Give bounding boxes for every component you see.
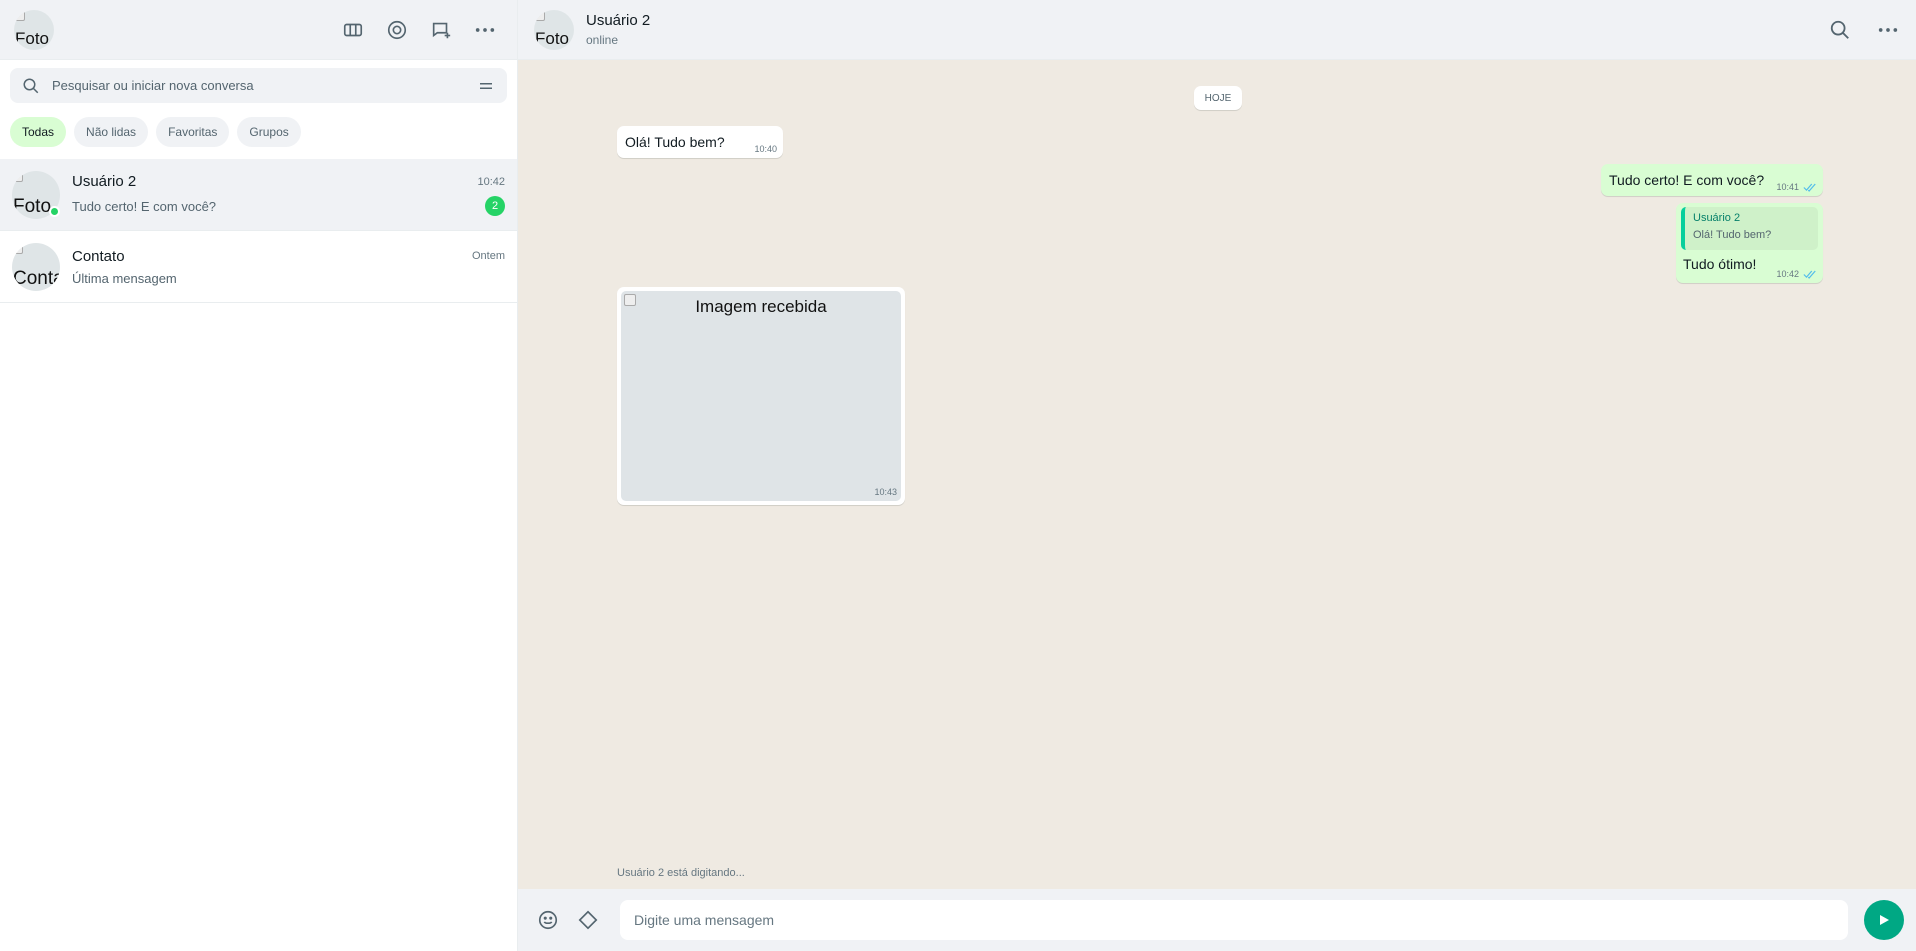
- broken-image-icon: [624, 294, 636, 306]
- search-input[interactable]: [52, 78, 469, 93]
- message-meta: 10:40: [754, 144, 777, 154]
- message-meta: 10:42: [1776, 269, 1817, 279]
- filter-chips: Todas Não lidas Favoritas Grupos: [0, 109, 517, 159]
- filter-chip-all[interactable]: Todas: [10, 117, 67, 147]
- received-image[interactable]: Imagem recebida: [621, 291, 901, 501]
- conversation-actions: [1828, 18, 1900, 42]
- sidebar: Foto Pesquisar ou iniciar nova conversa …: [0, 0, 518, 951]
- more-horizontal-icon: [475, 27, 495, 32]
- chat-item-top-row: Usuário 2 10:42: [72, 173, 505, 190]
- broken-image-icon: [15, 10, 25, 21]
- emoji-button[interactable]: [536, 908, 560, 932]
- chat-list-item[interactable]: Contato Contato Ontem Última mensagem: [0, 231, 517, 303]
- online-indicator: [49, 206, 60, 217]
- message-time: 10:42: [1776, 269, 1799, 279]
- sidebar-header: Foto: [0, 0, 517, 60]
- more-horizontal-icon: [1878, 27, 1898, 32]
- double-check-icon: [1803, 183, 1816, 192]
- profile-avatar-alt: Foto: [15, 28, 50, 48]
- chat-last-message: Tudo certo! E com você?: [72, 198, 217, 214]
- message-time: 10:40: [754, 144, 777, 154]
- conversation-menu-button[interactable]: [1876, 18, 1900, 42]
- unread-badge: 2: [485, 196, 505, 216]
- message-text: Olá! Tudo bem?: [625, 134, 725, 150]
- message-time: 10:41: [1776, 182, 1799, 192]
- message-outgoing-reply[interactable]: Usuário 2 Olá! Tudo bem? Tudo ótimo! 10:…: [1676, 203, 1823, 283]
- status-button[interactable]: [385, 18, 409, 42]
- send-icon: [1880, 915, 1889, 925]
- chat-list-item[interactable]: Foto Usuário 2 10:42 Tudo certo! E com v…: [0, 159, 517, 231]
- chat-item-bottom-row: Tudo certo! E com você? 2: [72, 196, 505, 216]
- search-wrapper: [0, 60, 517, 109]
- search-box: [10, 68, 507, 103]
- message-meta: 10:43: [874, 487, 897, 497]
- chat-avatar-alt: Foto: [13, 195, 52, 217]
- chat-item-body: Contato Ontem Última mensagem: [72, 248, 505, 286]
- chat-avatar: Contato: [12, 242, 60, 291]
- quoted-author: Usuário 2: [1693, 212, 1741, 224]
- communities-button[interactable]: [341, 18, 365, 42]
- status-icon: [387, 20, 407, 39]
- sticker-button[interactable]: [576, 908, 600, 932]
- chat-name: Contato: [72, 247, 125, 265]
- image-alt-text: Imagem recebida: [695, 297, 827, 316]
- chat-list: Foto Usuário 2 10:42 Tudo certo! E com v…: [0, 159, 517, 303]
- menu-button[interactable]: [473, 18, 497, 42]
- sticker-icon: [578, 910, 598, 930]
- new-chat-icon: [432, 22, 451, 38]
- chat-name: Usuário 2: [72, 173, 137, 190]
- quoted-message[interactable]: Usuário 2 Olá! Tudo bem?: [1681, 207, 1818, 250]
- message-composer: [518, 889, 1916, 951]
- message-incoming-image[interactable]: Imagem recebida 10:43: [617, 287, 905, 505]
- chat-time: 10:42: [477, 175, 505, 188]
- message-list: HOJE Olá! Tudo bem? 10:40 Tudo certo! E …: [518, 60, 1916, 889]
- quoted-text: Olá! Tudo bem?: [1693, 229, 1772, 241]
- chat-item-top-row: Contato Ontem: [72, 248, 505, 265]
- filter-chip-groups[interactable]: Grupos: [237, 117, 301, 147]
- broken-image-icon: [13, 171, 23, 182]
- message-input[interactable]: [620, 900, 1848, 940]
- conversation-header: Foto Usuário 2 online: [518, 0, 1916, 60]
- search-messages-button[interactable]: [1828, 18, 1852, 42]
- filter-icon[interactable]: [477, 77, 495, 95]
- search-icon: [1830, 20, 1849, 39]
- chat-item-body: Usuário 2 10:42 Tudo certo! E com você? …: [72, 173, 505, 216]
- send-button[interactable]: [1864, 900, 1904, 940]
- sidebar-actions: [341, 18, 503, 42]
- contact-name: Usuário 2: [586, 12, 651, 29]
- chat-avatar-alt: Contato: [13, 267, 60, 289]
- contact-avatar[interactable]: Foto: [534, 9, 574, 50]
- contact-avatar-alt: Foto: [535, 28, 570, 48]
- broken-image-icon: [535, 10, 545, 21]
- typing-indicator: Usuário 2 está digitando...: [617, 867, 745, 879]
- chat-time: Ontem: [471, 250, 505, 262]
- app: Foto Pesquisar ou iniciar nova conversa …: [0, 0, 1916, 951]
- new-chat-button[interactable]: [429, 18, 453, 42]
- emoji-icon: [538, 910, 558, 930]
- date-separator: HOJE: [1194, 86, 1242, 110]
- message-meta: 10:41: [1776, 182, 1817, 192]
- conversation-panel: Foto Usuário 2 online HOJE Olá! Tudo bem…: [518, 0, 1916, 951]
- communities-icon: [343, 23, 363, 36]
- contact-info[interactable]: Usuário 2 online: [586, 12, 650, 47]
- message-outgoing[interactable]: Tudo certo! E com você? 10:41: [1601, 164, 1823, 196]
- filter-chip-favorites[interactable]: Favoritas: [156, 117, 230, 147]
- broken-image-icon: [13, 243, 23, 254]
- message-time: 10:43: [874, 487, 897, 497]
- search-icon: [23, 78, 39, 93]
- filter-chip-unread[interactable]: Não lidas: [74, 117, 149, 147]
- chat-item-bottom-row: Última mensagem: [72, 271, 505, 286]
- profile-avatar[interactable]: Foto: [14, 9, 54, 50]
- contact-status: online: [586, 33, 619, 47]
- chat-last-message: Última mensagem: [72, 270, 177, 286]
- message-incoming[interactable]: Olá! Tudo bem? 10:40: [617, 126, 783, 158]
- double-check-icon: [1803, 270, 1816, 279]
